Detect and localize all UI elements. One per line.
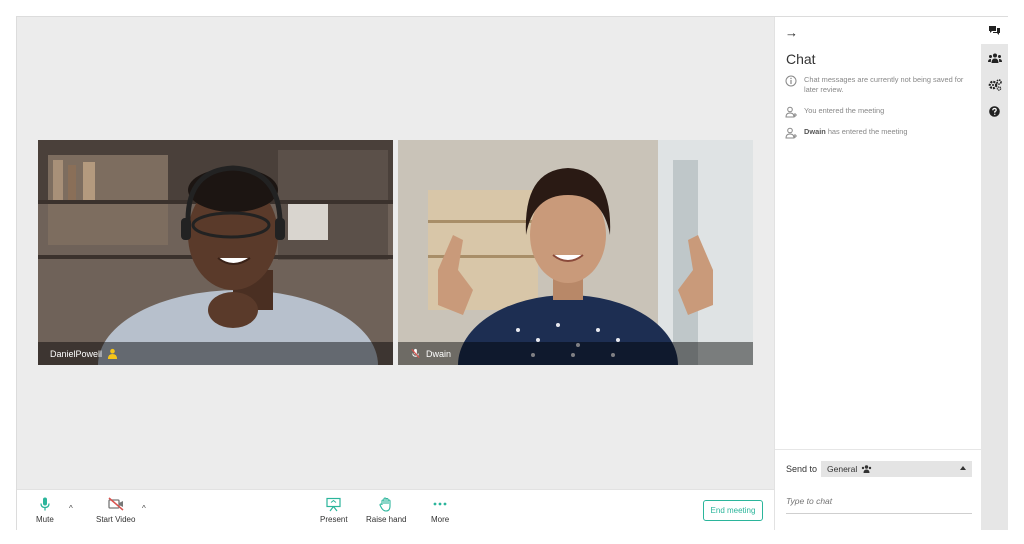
participant-name: Dwain <box>426 348 452 359</box>
user-plus-icon <box>785 106 797 118</box>
rail-chat-button[interactable] <box>981 17 1008 44</box>
more-dots-icon <box>432 496 448 512</box>
send-to-value: General <box>827 464 858 474</box>
send-to-area: Send to General <box>775 449 981 530</box>
chat-input[interactable] <box>786 488 972 514</box>
participant-video-danielpowell <box>38 140 393 365</box>
rail-settings-button[interactable] <box>981 71 1008 98</box>
participant-name: DanielPowell <box>50 348 103 359</box>
raise-hand-button[interactable]: Raise hand <box>366 496 406 524</box>
mute-label: Mute <box>36 515 54 524</box>
more-label: More <box>431 515 450 524</box>
audio-options-chevron-icon[interactable]: ^ <box>69 504 73 513</box>
microphone-icon <box>37 496 53 512</box>
settings-icon <box>988 78 1002 91</box>
more-button[interactable]: More <box>431 496 449 524</box>
send-to-label: Send to <box>786 464 818 474</box>
participant-caption: DanielPowell <box>38 342 393 365</box>
present-label: Present <box>320 515 348 524</box>
chat-panel: → Chat Chat messages are currently not b… <box>774 17 981 530</box>
help-icon <box>989 106 1000 117</box>
muted-microphone-icon <box>411 348 420 359</box>
mute-button[interactable]: Mute <box>36 496 54 524</box>
video-tile-dwain[interactable]: Dwain <box>398 140 753 365</box>
present-button[interactable]: Present <box>320 496 348 524</box>
start-video-button[interactable]: Start Video <box>96 496 135 524</box>
video-stage: DanielPowell Dwain <box>17 17 774 489</box>
participant-caption: Dwain <box>398 342 753 365</box>
send-to-select[interactable]: General <box>821 461 972 477</box>
present-screen-icon <box>326 496 342 512</box>
raise-hand-label: Raise hand <box>366 515 407 524</box>
chat-message: You entered the meeting <box>785 106 970 118</box>
chat-icon <box>989 26 1000 35</box>
participant-video-dwain <box>398 140 753 365</box>
moderator-icon <box>107 348 118 359</box>
user-plus-icon <box>785 127 797 139</box>
users-icon <box>987 53 1002 63</box>
side-rail <box>981 17 1008 530</box>
meeting-window: DanielPowell Dwain Mute ^ Start Video ^ … <box>16 16 1008 530</box>
rail-users-button[interactable] <box>981 44 1008 71</box>
start-video-label: Start Video <box>96 515 136 524</box>
group-icon <box>862 465 872 473</box>
video-tile-danielpowell[interactable]: DanielPowell <box>38 140 393 365</box>
caret-up-icon <box>960 466 966 470</box>
chat-title: Chat <box>786 51 816 67</box>
video-off-icon <box>108 496 124 512</box>
chat-message-text: Chat messages are currently not being sa… <box>804 75 964 94</box>
end-meeting-button[interactable]: End meeting <box>703 500 763 521</box>
hand-icon <box>378 496 394 512</box>
arrow-right-icon[interactable]: → <box>785 25 798 40</box>
chat-message-text: Dwain has entered the meeting <box>804 127 908 136</box>
chat-message: Chat messages are currently not being sa… <box>785 75 970 94</box>
video-options-chevron-icon[interactable]: ^ <box>142 504 146 513</box>
chat-message: Dwain has entered the meeting <box>785 127 970 139</box>
rail-help-button[interactable] <box>981 98 1008 125</box>
meeting-toolbar: Mute ^ Start Video ^ Present Raise hand … <box>17 489 774 530</box>
chat-message-text: You entered the meeting <box>804 106 885 115</box>
info-icon <box>785 75 797 87</box>
